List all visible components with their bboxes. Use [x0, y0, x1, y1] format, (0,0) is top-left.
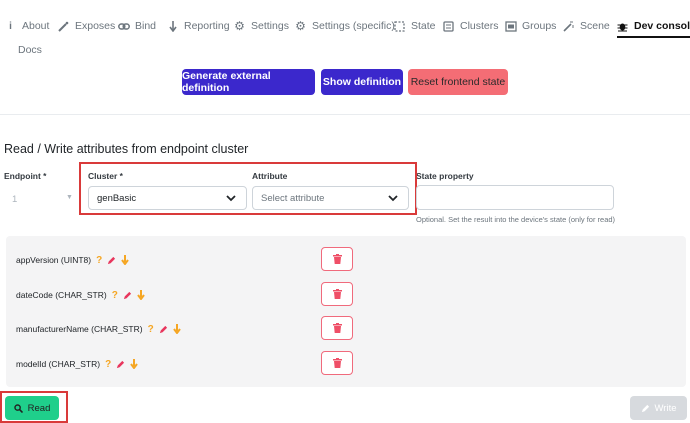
- cluster-select[interactable]: genBasic: [88, 186, 247, 210]
- tab-reporting-label: Reporting: [184, 20, 230, 32]
- tab-docs[interactable]: Docs: [18, 40, 42, 60]
- delete-attribute-button[interactable]: [321, 316, 353, 340]
- endpoint-value: 1: [12, 193, 18, 205]
- state-property-label: State property: [416, 171, 474, 181]
- tab-scene-label: Scene: [580, 20, 610, 32]
- arrow-down-icon[interactable]: [137, 290, 145, 300]
- state-icon: [394, 20, 405, 32]
- pencil-icon[interactable]: [159, 325, 168, 334]
- trash-icon: [332, 358, 342, 368]
- tab-state-label: State: [411, 20, 436, 32]
- attribute-row: modelId (CHAR_STR) ?: [16, 357, 138, 371]
- attribute-name: manufacturerName (CHAR_STR): [16, 324, 143, 334]
- read-button-label: Read: [27, 402, 51, 414]
- attribute-name: dateCode (CHAR_STR): [16, 290, 107, 300]
- tab-bind-label: Bind: [135, 20, 157, 32]
- attribute-row: manufacturerName (CHAR_STR) ?: [16, 322, 181, 336]
- link-icon: [118, 21, 130, 32]
- write-button[interactable]: Write: [630, 396, 687, 420]
- arrow-down-icon[interactable]: [121, 255, 130, 265]
- question-icon[interactable]: ?: [112, 290, 118, 301]
- tab-reporting[interactable]: Reporting: [167, 16, 230, 36]
- write-button-label: Write: [654, 402, 677, 414]
- trash-icon: [332, 254, 342, 264]
- tab-settings-label: Settings: [251, 20, 289, 32]
- delete-attribute-button[interactable]: [321, 247, 353, 271]
- pencil-icon[interactable]: [107, 256, 116, 265]
- trash-icon: [332, 323, 342, 333]
- tab-clusters-label: Clusters: [460, 20, 499, 32]
- show-definition-button[interactable]: Show definition: [321, 69, 403, 95]
- tab-exposes-label: Exposes: [75, 20, 116, 32]
- tab-settings-specific-label: Settings (specific): [312, 20, 395, 32]
- wand-icon: [58, 21, 69, 32]
- arrow-down-icon: [167, 20, 178, 32]
- pencil-icon[interactable]: [116, 360, 125, 369]
- tab-scene[interactable]: Scene: [563, 16, 610, 36]
- reset-frontend-state-button[interactable]: Reset frontend state: [408, 69, 508, 95]
- chevron-down-icon: [388, 195, 398, 202]
- bug-icon: [617, 21, 628, 32]
- arrow-down-icon[interactable]: [130, 359, 138, 369]
- cog-icon: ⚙: [234, 18, 245, 33]
- clusters-icon: [443, 20, 454, 32]
- tab-dev-console[interactable]: Dev console: [617, 16, 690, 38]
- generate-external-definition-button[interactable]: Generate external definition: [182, 69, 315, 95]
- tab-dev-console-label: Dev console: [634, 20, 690, 32]
- tab-bind[interactable]: Bind: [118, 16, 156, 36]
- endpoint-caret-icon: ▼: [66, 194, 73, 201]
- arrow-down-icon[interactable]: [172, 324, 181, 334]
- tab-docs-label: Docs: [18, 44, 42, 56]
- cluster-select-value: genBasic: [97, 192, 137, 204]
- attribute-select-placeholder: Select attribute: [261, 192, 325, 204]
- section-title: Read / Write attributes from endpoint cl…: [4, 142, 249, 156]
- scene-icon: [563, 21, 574, 32]
- attribute-select[interactable]: Select attribute: [252, 186, 409, 210]
- tab-settings-specific[interactable]: ⚙ Settings (specific): [295, 16, 395, 36]
- question-icon[interactable]: ?: [148, 324, 154, 335]
- section-divider: [0, 114, 690, 115]
- chevron-down-icon: [226, 195, 236, 202]
- groups-icon: [505, 20, 517, 32]
- delete-attribute-button[interactable]: [321, 351, 353, 375]
- attribute-name: appVersion (UINT8): [16, 255, 92, 265]
- tab-about-label: About: [22, 20, 50, 32]
- tab-about[interactable]: i About: [5, 16, 49, 36]
- search-icon: [13, 403, 23, 413]
- tab-groups-label: Groups: [522, 20, 557, 32]
- info-icon: i: [9, 20, 12, 32]
- tab-exposes[interactable]: Exposes: [58, 16, 115, 36]
- tab-settings[interactable]: ⚙ Settings: [234, 16, 289, 36]
- attribute-row: appVersion (UINT8) ?: [16, 253, 130, 267]
- attribute-name: modelId (CHAR_STR): [16, 359, 101, 369]
- tab-clusters[interactable]: Clusters: [443, 16, 499, 36]
- delete-attribute-button[interactable]: [321, 282, 353, 306]
- tab-state[interactable]: State: [394, 16, 436, 36]
- attribute-row: dateCode (CHAR_STR) ?: [16, 288, 145, 302]
- pencil-icon[interactable]: [123, 291, 132, 300]
- pencil-icon: [641, 404, 649, 412]
- tab-groups[interactable]: Groups: [505, 16, 556, 36]
- cogs-icon: ⚙: [295, 18, 306, 33]
- read-button[interactable]: Read: [5, 396, 59, 420]
- question-icon[interactable]: ?: [105, 359, 111, 370]
- state-property-help: Optional. Set the result into the device…: [416, 215, 616, 224]
- question-icon[interactable]: ?: [96, 255, 102, 266]
- endpoint-label: Endpoint *: [4, 171, 47, 181]
- trash-icon: [332, 289, 342, 299]
- state-property-input[interactable]: [416, 185, 614, 210]
